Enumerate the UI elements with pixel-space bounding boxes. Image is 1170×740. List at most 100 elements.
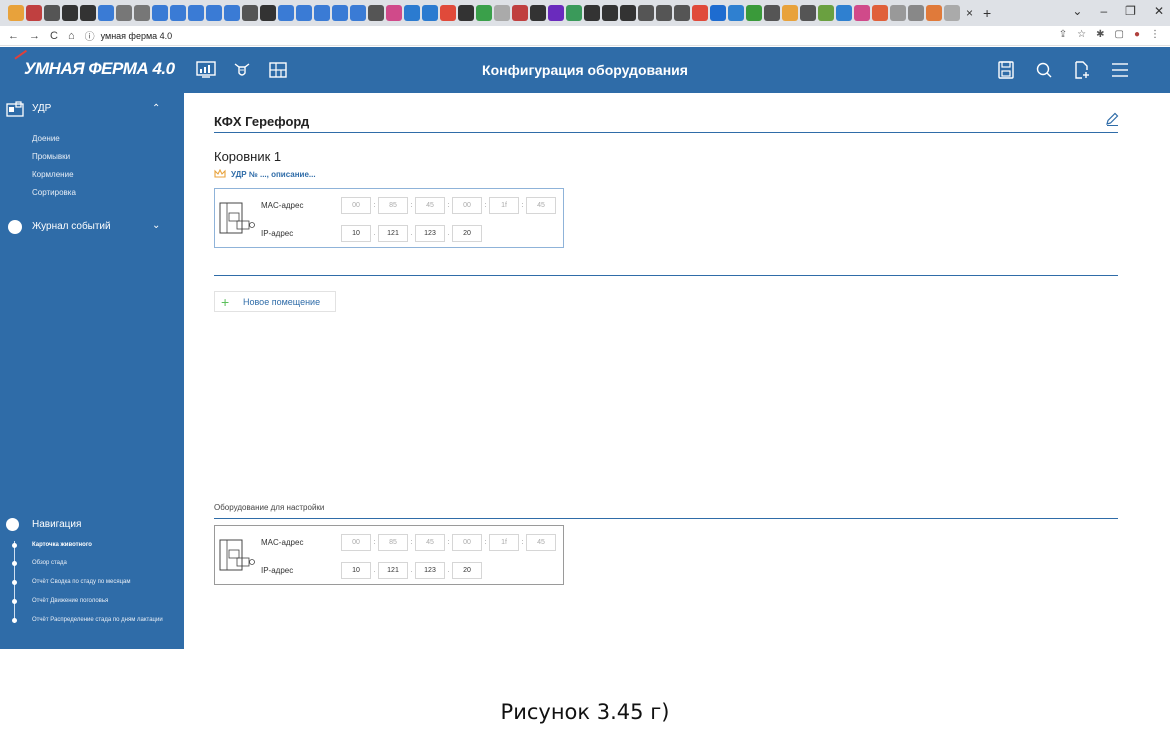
device-card[interactable]: MAC-адрес IP-адрес 00: 85: 45: 00: 1f: 4… <box>214 525 564 585</box>
tab-favicon-icon[interactable] <box>134 5 150 21</box>
tab-favicon-icon[interactable] <box>818 5 834 21</box>
menu-icon[interactable] <box>1110 61 1130 79</box>
mac-octet-input[interactable]: 45 <box>415 534 445 551</box>
tab-favicon-icon[interactable] <box>296 5 312 21</box>
tab-favicon-icon[interactable] <box>206 5 222 21</box>
tab-favicon-icon[interactable] <box>908 5 924 21</box>
tab-favicon-icon[interactable] <box>692 5 708 21</box>
mac-octet-input[interactable]: 00 <box>452 197 482 214</box>
share-icon[interactable]: ⇪ <box>1059 29 1067 40</box>
tab-favicon-icon[interactable] <box>548 5 564 21</box>
udr-description[interactable]: УДР № ..., описание... <box>214 169 316 179</box>
ip-octet-input[interactable]: 123 <box>415 562 445 579</box>
close-window-button[interactable]: ✕ <box>1154 4 1164 18</box>
sidebar-subitem-sorting[interactable]: Сортировка <box>32 188 76 197</box>
ip-octet-input[interactable]: 121 <box>378 562 408 579</box>
new-document-icon[interactable] <box>1072 61 1092 79</box>
tab-favicon-icon[interactable] <box>404 5 420 21</box>
tab-favicon-icon[interactable] <box>260 5 276 21</box>
add-room-button[interactable]: + Новое помещение <box>214 291 336 312</box>
sidebar-subitem-washing[interactable]: Промывки <box>32 152 70 161</box>
tab-favicon-icon[interactable] <box>872 5 888 21</box>
new-tab-button[interactable]: + <box>983 5 991 21</box>
chevron-down-icon[interactable]: ⌄ <box>152 220 160 231</box>
mac-octet-input[interactable]: 00 <box>341 534 371 551</box>
mac-octet-input[interactable]: 00 <box>341 197 371 214</box>
extensions-icon[interactable]: ✱ <box>1096 29 1104 40</box>
sidebar-item-udr[interactable]: УДР ⌃ <box>0 99 184 119</box>
tab-favicon-icon[interactable] <box>638 5 654 21</box>
ip-octet-input[interactable]: 10 <box>341 225 371 242</box>
tab-favicon-icon[interactable] <box>170 5 186 21</box>
tab-favicon-icon[interactable] <box>44 5 60 21</box>
back-button[interactable]: ← <box>8 30 19 42</box>
nav-link-report-movement[interactable]: Отчёт Движение поголовья <box>32 598 108 604</box>
tab-favicon-icon[interactable] <box>836 5 852 21</box>
sidebar-subitem-milking[interactable]: Доение <box>32 134 60 143</box>
tab-favicon-icon[interactable] <box>8 5 24 21</box>
tab-favicon-icon[interactable] <box>674 5 690 21</box>
sidebar-item-navigation[interactable]: Навигация <box>0 515 184 535</box>
ip-octet-input[interactable]: 121 <box>378 225 408 242</box>
ip-octet-input[interactable]: 123 <box>415 225 445 242</box>
tab-favicon-icon[interactable] <box>80 5 96 21</box>
mac-octet-input[interactable]: 1f <box>489 534 519 551</box>
nav-link-report-monthly[interactable]: Отчёт Сводка по стаду по месяцам <box>32 579 131 585</box>
tab-favicon-icon[interactable] <box>152 5 168 21</box>
tab-favicon-icon[interactable] <box>512 5 528 21</box>
tab-favicon-icon[interactable] <box>278 5 294 21</box>
mac-octet-input[interactable]: 45 <box>526 197 556 214</box>
profile-avatar-icon[interactable]: ● <box>1134 29 1140 40</box>
browser-menu-icon[interactable]: ⋮ <box>1150 29 1160 40</box>
nav-link-animal-card[interactable]: Карточка животного <box>32 542 92 548</box>
mac-octet-input[interactable]: 00 <box>452 534 482 551</box>
minimize-button[interactable]: – <box>1100 4 1107 18</box>
sidebar-item-journal[interactable]: Журнал событий ⌄ <box>0 217 184 237</box>
tab-close-button[interactable]: × <box>966 6 973 20</box>
tab-favicon-icon[interactable] <box>188 5 204 21</box>
site-info-icon[interactable]: ⓘ <box>85 28 95 43</box>
tab-favicon-icon[interactable] <box>890 5 906 21</box>
forward-button[interactable]: → <box>29 30 40 42</box>
tab-favicon-icon[interactable] <box>584 5 600 21</box>
tab-favicon-icon[interactable] <box>620 5 636 21</box>
mac-octet-input[interactable]: 45 <box>526 534 556 551</box>
tab-favicon-icon[interactable] <box>764 5 780 21</box>
tab-search-chevron-icon[interactable]: ⌄ <box>1072 4 1082 18</box>
tab-favicon-icon[interactable] <box>242 5 258 21</box>
tab-favicon-icon[interactable] <box>368 5 384 21</box>
nav-link-herd-overview[interactable]: Обзор стада <box>32 560 67 566</box>
tab-favicon-icon[interactable] <box>782 5 798 21</box>
tab-favicon-icon[interactable] <box>656 5 672 21</box>
tab-favicon-icon[interactable] <box>386 5 402 21</box>
tab-favicon-icon[interactable] <box>746 5 762 21</box>
tab-favicon-icon[interactable] <box>494 5 510 21</box>
search-icon[interactable] <box>1034 61 1054 79</box>
tab-favicon-icon[interactable] <box>224 5 240 21</box>
device-card[interactable]: MAC-адрес IP-адрес 00: 85: 45: 00: 1f: 4… <box>214 188 564 248</box>
reload-button[interactable]: C <box>50 30 58 42</box>
home-button[interactable]: ⌂ <box>68 30 75 42</box>
tab-favicon-icon[interactable] <box>710 5 726 21</box>
tab-favicon-icon[interactable] <box>350 5 366 21</box>
tab-favicon-icon[interactable] <box>728 5 744 21</box>
mac-octet-input[interactable]: 45 <box>415 197 445 214</box>
tab-favicon-icon[interactable] <box>566 5 582 21</box>
nav-link-report-lactation[interactable]: Отчёт Распределение стада по дням лактац… <box>32 617 163 623</box>
bookmark-star-icon[interactable]: ☆ <box>1077 29 1086 40</box>
mac-octet-input[interactable]: 85 <box>378 197 408 214</box>
tab-favicon-icon[interactable] <box>926 5 942 21</box>
edit-pencil-icon[interactable] <box>1104 111 1120 127</box>
tab-favicon-icon[interactable] <box>62 5 78 21</box>
side-panel-icon[interactable]: ▢ <box>1115 29 1124 40</box>
tab-favicon-icon[interactable] <box>422 5 438 21</box>
tab-favicon-icon[interactable] <box>476 5 492 21</box>
tab-favicon-icon[interactable] <box>854 5 870 21</box>
tab-favicon-icon[interactable] <box>98 5 114 21</box>
tab-favicon-icon[interactable] <box>800 5 816 21</box>
tab-favicon-icon[interactable] <box>602 5 618 21</box>
ip-octet-input[interactable]: 20 <box>452 225 482 242</box>
ip-octet-input[interactable]: 10 <box>341 562 371 579</box>
tab-favicon-icon[interactable] <box>530 5 546 21</box>
tab-favicon-icon[interactable] <box>332 5 348 21</box>
